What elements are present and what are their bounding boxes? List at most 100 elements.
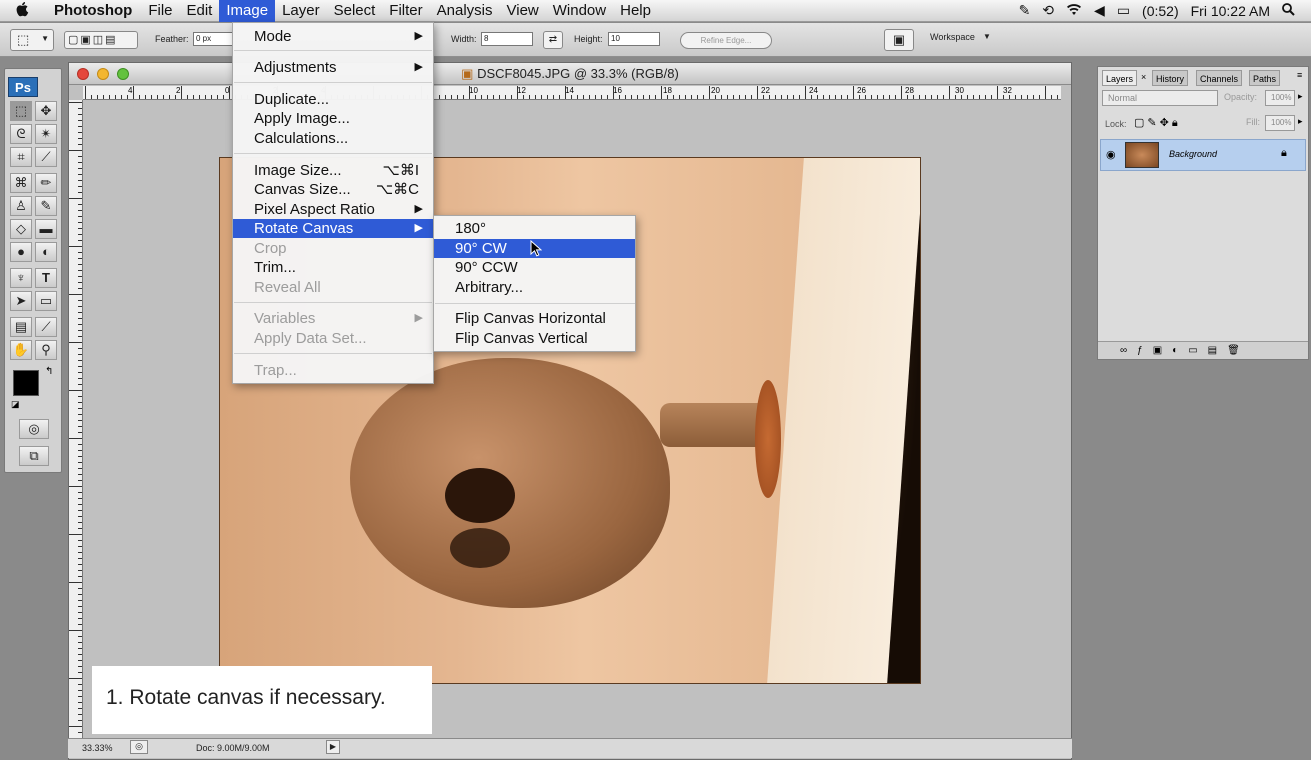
trash-icon[interactable]: 🗑︎ <box>1227 345 1250 356</box>
swap-colors-icon[interactable]: ↰ <box>45 366 53 377</box>
workspace-menu[interactable]: Workspace <box>930 32 975 42</box>
opacity-arrow-icon[interactable]: ▸ <box>1298 91 1303 102</box>
layer-row-background[interactable]: ◉ Background 🔒︎ <box>1100 139 1306 171</box>
healing-brush-tool-icon[interactable]: ⌘ <box>10 173 32 193</box>
gradient-tool-icon[interactable]: ▬ <box>35 219 57 239</box>
eraser-tool-icon[interactable]: ◇ <box>10 219 32 239</box>
hand-tool-icon[interactable]: ✋ <box>10 340 32 360</box>
menu-item-calculations[interactable]: Calculations... <box>233 129 433 148</box>
spotlight-search-icon[interactable] <box>1282 2 1295 19</box>
blur-tool-icon[interactable]: ● <box>10 242 32 262</box>
brush-tool-icon[interactable]: ✏ <box>35 173 57 193</box>
add-mask-icon[interactable]: ▣ <box>1153 345 1172 356</box>
default-colors-icon[interactable]: ◪ <box>11 399 20 410</box>
tab-paths[interactable]: Paths <box>1249 70 1281 86</box>
new-group-icon[interactable]: ▭ <box>1188 345 1207 356</box>
time-machine-icon[interactable]: ⟲ <box>1042 2 1054 19</box>
panel-menu-icon[interactable]: ≡ <box>1297 70 1302 80</box>
blend-mode-select[interactable]: Normal <box>1102 90 1218 106</box>
new-layer-icon[interactable]: ▤ <box>1208 345 1227 356</box>
quick-mask-icon[interactable]: ◎ <box>19 419 49 439</box>
status-menu-arrow-icon[interactable]: ▶ <box>326 740 340 754</box>
history-brush-tool-icon[interactable]: ✎ <box>35 196 57 216</box>
foreground-color-swatch[interactable] <box>13 370 39 396</box>
clock[interactable]: Fri 10:22 AM <box>1191 3 1270 19</box>
clone-stamp-tool-icon[interactable]: ♙ <box>10 196 32 216</box>
tab-history[interactable]: History <box>1152 70 1189 86</box>
menu-item-mode[interactable]: Mode ▶ <box>233 27 433 46</box>
slice-tool-icon[interactable]: ⟋ <box>35 147 57 167</box>
bridge-icon[interactable]: ▣ <box>884 29 914 51</box>
eyedropper-tool-icon[interactable]: ⟋ <box>35 317 57 337</box>
swap-dimensions-button[interactable]: ⇄ <box>543 31 563 49</box>
minimize-window-icon[interactable] <box>97 68 109 80</box>
wifi-icon[interactable] <box>1066 3 1082 19</box>
screen-mode-icon[interactable]: ⧉ <box>19 446 49 466</box>
menu-item-apply-image[interactable]: Apply Image... <box>233 109 433 128</box>
horizontal-ruler[interactable]: 4 2 0 2 4 10 12 14 16 18 20 22 24 26 28 … <box>83 86 1061 100</box>
menu-window[interactable]: Window <box>546 0 613 22</box>
selection-mode-buttons[interactable]: ▢▣◫▤ <box>64 31 138 49</box>
fill-input[interactable]: 100% <box>1265 115 1295 131</box>
opacity-input[interactable]: 100% <box>1265 90 1295 106</box>
notes-tool-icon[interactable]: ▤ <box>10 317 32 337</box>
menu-item-flip-vertical[interactable]: Flip Canvas Vertical <box>434 329 635 348</box>
zoom-level[interactable]: 33.33% <box>82 743 113 753</box>
battery-icon[interactable]: ▭ <box>1117 2 1130 19</box>
marquee-tool-icon[interactable]: ⬚ <box>10 101 32 121</box>
script-icon[interactable]: ✎ <box>1019 2 1031 19</box>
menu-item-adjustments[interactable]: Adjustments ▶ <box>233 58 433 77</box>
move-tool-icon[interactable]: ✥ <box>35 101 57 121</box>
height-input[interactable]: 10 <box>608 32 660 46</box>
visibility-eye-icon[interactable]: ◉ <box>1106 148 1116 161</box>
fx-icon[interactable]: ƒ <box>1137 345 1153 356</box>
crop-tool-icon[interactable]: ⌗ <box>10 147 32 167</box>
menu-analysis[interactable]: Analysis <box>430 0 500 22</box>
menu-layer[interactable]: Layer <box>275 0 327 22</box>
lasso-tool-icon[interactable]: ᘓ <box>10 124 32 144</box>
menu-item-rotate-canvas[interactable]: Rotate Canvas ▶ <box>233 219 433 238</box>
link-layers-icon[interactable]: ∞ <box>1120 345 1137 356</box>
menu-item-canvas-size[interactable]: Canvas Size... ⌥⌘C <box>233 180 433 199</box>
magic-wand-tool-icon[interactable]: ✴ <box>35 124 57 144</box>
fill-arrow-icon[interactable]: ▸ <box>1298 116 1303 127</box>
layer-name[interactable]: Background <box>1169 149 1217 159</box>
tab-layers[interactable]: Layers <box>1102 70 1138 86</box>
ps-logo[interactable]: Ps <box>8 77 38 97</box>
refine-edge-button[interactable]: Refine Edge... <box>680 32 772 49</box>
pen-tool-icon[interactable]: ♆ <box>10 268 32 288</box>
menu-item-pixel-aspect-ratio[interactable]: Pixel Aspect Ratio ▶ <box>233 200 433 219</box>
menu-file[interactable]: File <box>141 0 179 22</box>
menu-item-trim[interactable]: Trim... <box>233 258 433 277</box>
menu-image[interactable]: Image <box>219 0 276 22</box>
menu-item-rotate-arbitrary[interactable]: Arbitrary... <box>434 278 635 297</box>
volume-icon[interactable]: ◀ <box>1094 2 1105 19</box>
close-window-icon[interactable] <box>77 68 89 80</box>
menu-item-rotate-180[interactable]: 180° <box>434 219 635 238</box>
marquee-preset-picker[interactable]: ⬚ ▼ <box>10 29 54 51</box>
zoom-tool-icon[interactable]: ⚲ <box>35 340 57 360</box>
feather-input[interactable]: 0 px <box>193 32 233 46</box>
menu-item-rotate-90-ccw[interactable]: 90° CCW <box>434 258 635 277</box>
zoom-window-icon[interactable] <box>117 68 129 80</box>
lock-options-icons[interactable]: ▢✎✥🔒︎ <box>1134 116 1181 130</box>
tab-channels[interactable]: Channels <box>1196 70 1243 86</box>
menu-filter[interactable]: Filter <box>382 0 429 22</box>
menu-item-rotate-90-cw[interactable]: 90° CW <box>434 239 635 258</box>
type-tool-icon[interactable]: T <box>35 268 57 288</box>
rectangle-tool-icon[interactable]: ▭ <box>35 291 57 311</box>
path-selection-tool-icon[interactable]: ➤ <box>10 291 32 311</box>
menu-item-duplicate[interactable]: Duplicate... <box>233 90 433 109</box>
adjustment-layer-icon[interactable]: ◐ <box>1172 345 1188 356</box>
menu-view[interactable]: View <box>500 0 546 22</box>
menu-app-photoshop[interactable]: Photoshop <box>54 0 141 22</box>
apple-icon[interactable] <box>16 1 34 21</box>
menu-item-image-size[interactable]: Image Size... ⌥⌘I <box>233 161 433 180</box>
menu-item-flip-horizontal[interactable]: Flip Canvas Horizontal <box>434 309 635 328</box>
width-input[interactable]: 8 <box>481 32 533 46</box>
dodge-tool-icon[interactable]: ◐ <box>35 242 57 262</box>
document-title-bar[interactable]: ▣ DSCF8045.JPG @ 33.3% (RGB/8) <box>69 63 1071 85</box>
menu-edit[interactable]: Edit <box>180 0 220 22</box>
menu-select[interactable]: Select <box>327 0 383 22</box>
layer-actions-bar[interactable]: ∞ƒ▣◐▭▤🗑︎ <box>1098 341 1308 359</box>
